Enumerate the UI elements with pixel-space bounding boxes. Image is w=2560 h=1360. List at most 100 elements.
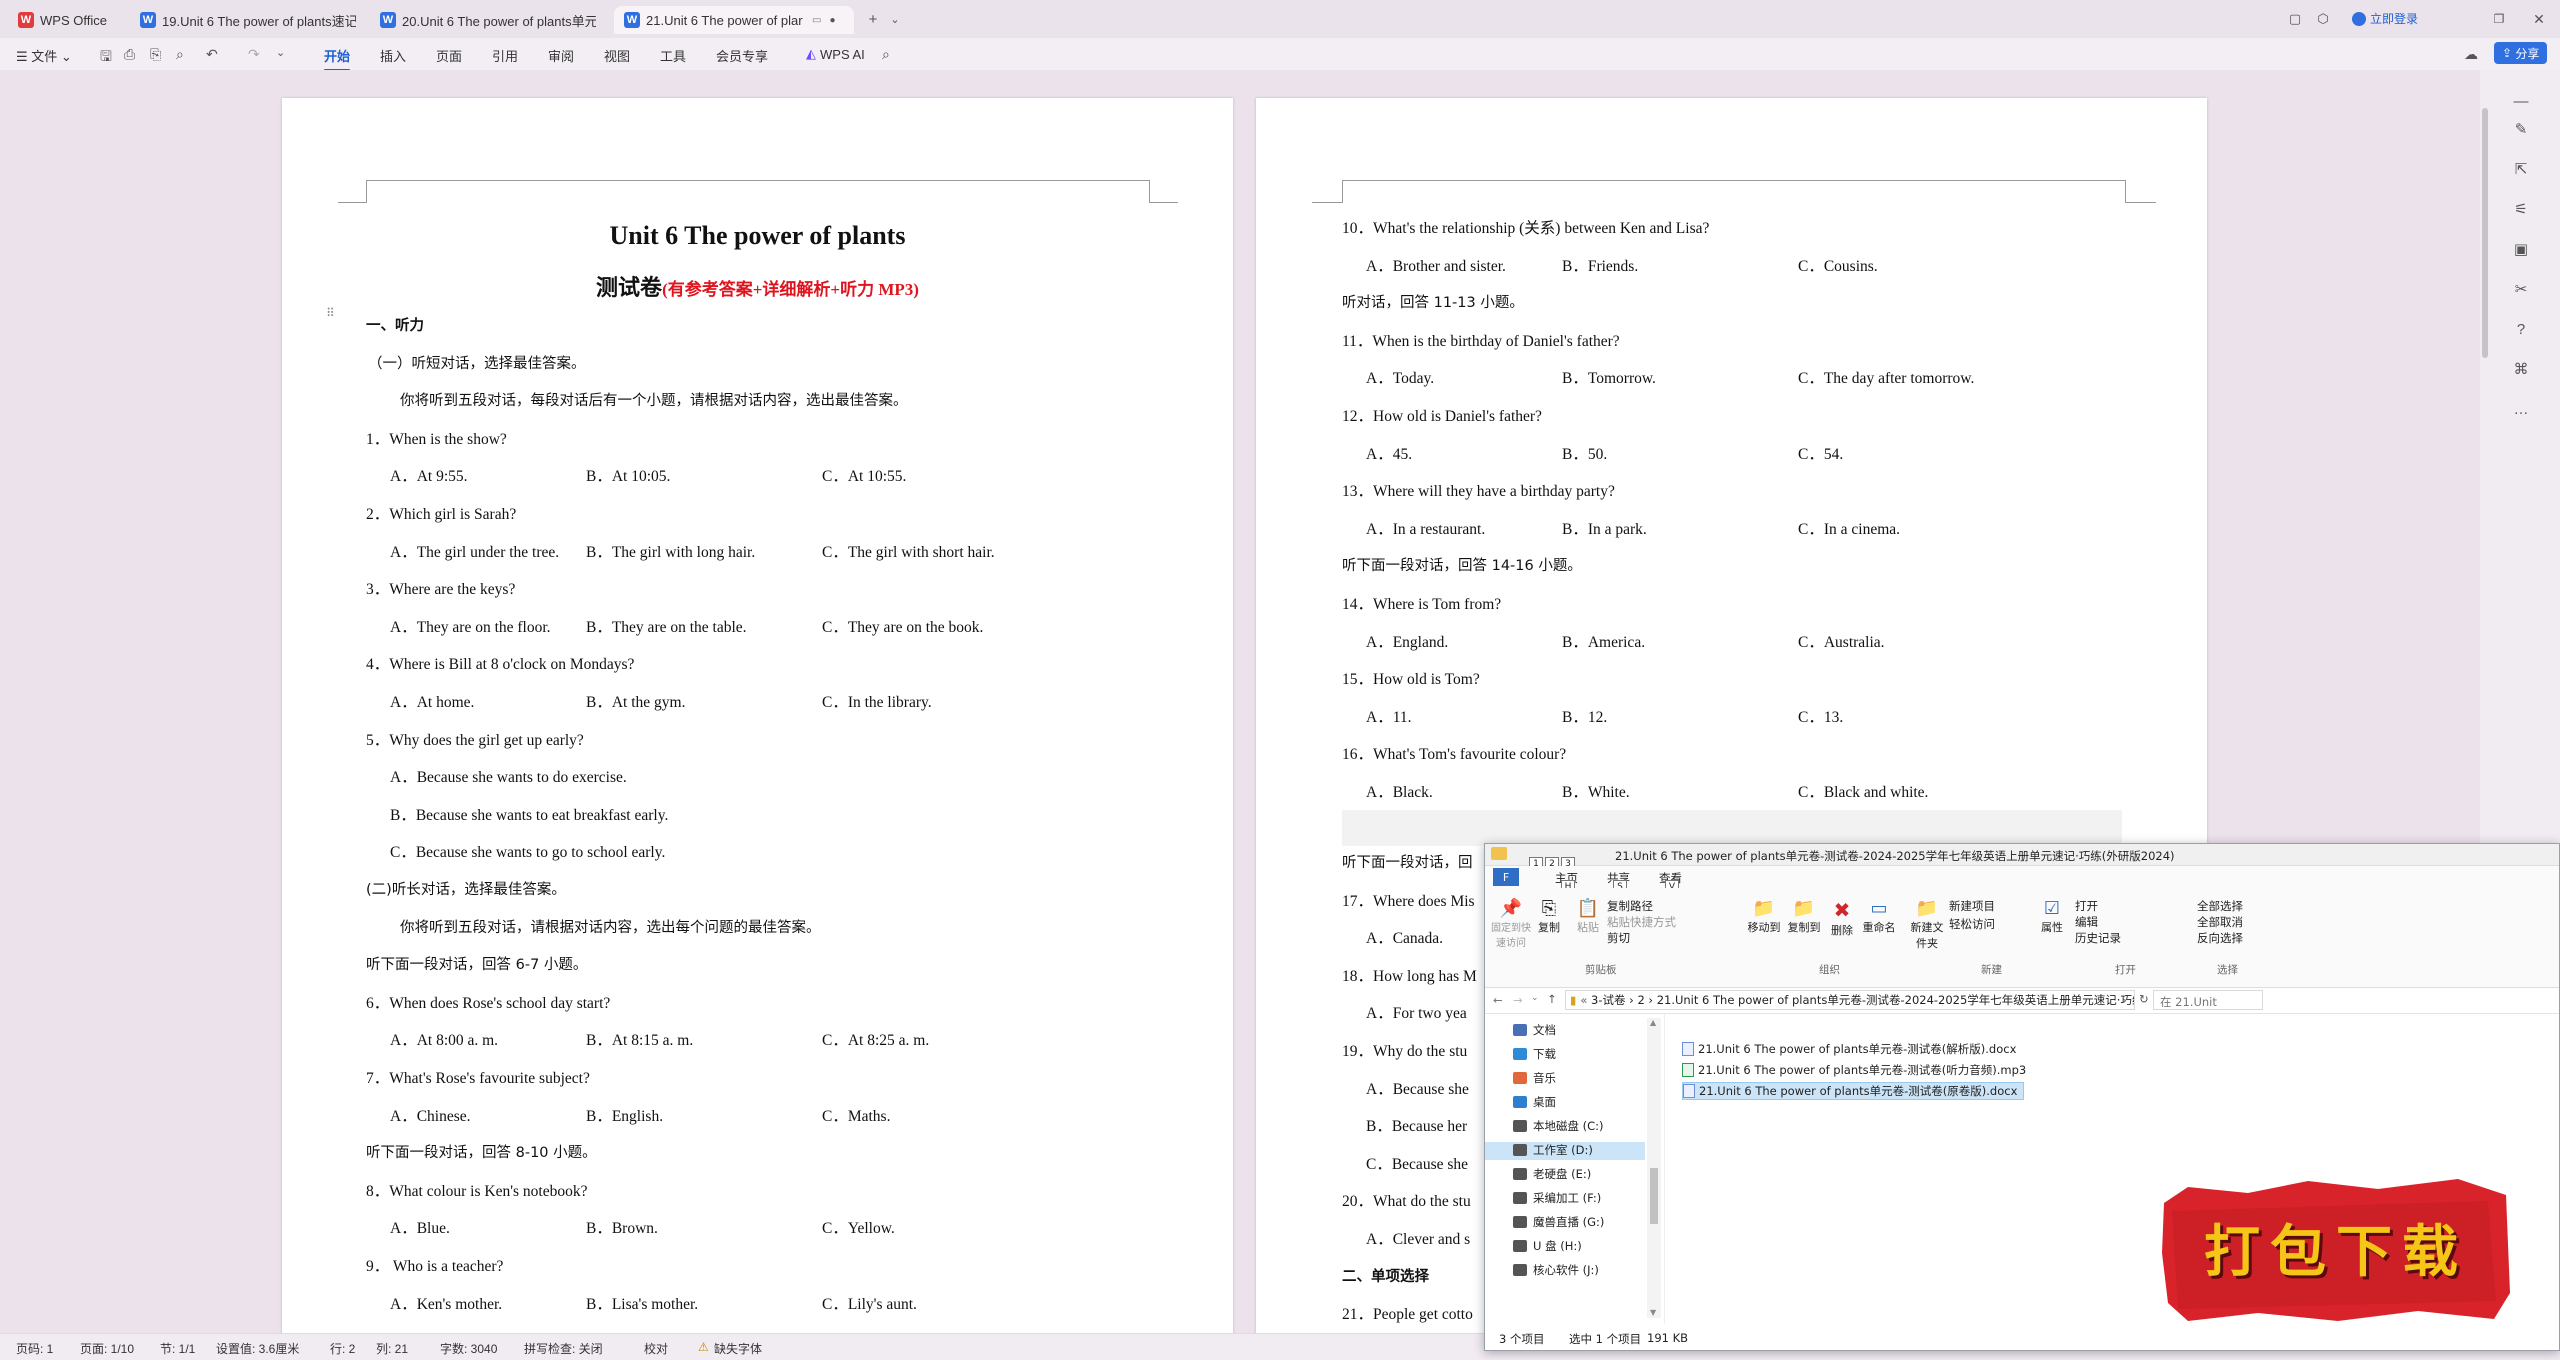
login-button[interactable]: 立即登录 — [2352, 10, 2418, 27]
status-section[interactable]: 节: 1/1 — [160, 1340, 195, 1357]
new-item-button[interactable]: 新建项目 — [1949, 898, 1995, 914]
file-item[interactable]: 21.Unit 6 The power of plants单元卷-测试卷(原卷版… — [1682, 1082, 2025, 1100]
missing-font-button[interactable]: 缺失字体 — [714, 1340, 762, 1357]
address-bar[interactable]: ▮ « 3-试卷 › 2 › 21.Unit 6 The power of pl… — [1565, 990, 2135, 1010]
print-preview-icon[interactable]: ⌕ — [176, 46, 184, 63]
copy-to-button[interactable]: 📁 复制到 — [1785, 898, 1823, 935]
document-page-1[interactable]: ⠿ Unit 6 The power of plants 测试卷(有参考答案+详… — [282, 98, 1233, 1333]
menu-tools[interactable]: 工具 — [660, 46, 686, 65]
breadcrumb-part[interactable]: 3-试卷 — [1591, 992, 1625, 1008]
tab-wps-office[interactable]: W WPS Office — [8, 6, 126, 34]
paste-button[interactable]: 📋 粘贴 — [1573, 898, 1603, 935]
paste-shortcut-button[interactable]: 粘贴快捷方式 — [1607, 914, 1676, 930]
save-icon[interactable]: 🖫 — [100, 46, 112, 70]
link-icon[interactable]: ⌘ — [2510, 358, 2532, 380]
menu-member[interactable]: 会员专享 — [716, 46, 768, 65]
breadcrumb-part[interactable]: 21.Unit 6 The power of plants单元卷-测试卷-202… — [1657, 992, 2134, 1008]
move-to-button[interactable]: 📁 移动到 — [1745, 898, 1783, 935]
more-chevron-icon[interactable]: ⌄ — [276, 46, 285, 59]
tools-wrench-icon[interactable]: ✂ — [2510, 278, 2532, 300]
open-button[interactable]: 打开 — [2075, 898, 2098, 914]
window-layout-icon[interactable]: ▢ — [2284, 8, 2306, 30]
undo-icon[interactable]: ↶ — [206, 46, 218, 63]
status-column[interactable]: 列: 21 — [376, 1340, 408, 1357]
tab-list-chevron-icon[interactable]: ⌄ — [884, 8, 906, 30]
status-word-count[interactable]: 字数: 3040 — [440, 1340, 497, 1357]
tab-doc-19[interactable]: W 19.Unit 6 The power of plants速记 — [130, 6, 366, 34]
cloud-icon[interactable]: ☁ — [2464, 46, 2478, 63]
menu-review[interactable]: 审阅 — [548, 46, 574, 65]
status-pages[interactable]: 页面: 1/10 — [80, 1340, 134, 1357]
nav-item[interactable]: 本地磁盘 (C:) — [1513, 1118, 1604, 1134]
menu-insert[interactable]: 插入 — [380, 46, 406, 65]
up-arrow-icon[interactable]: ↑ — [1547, 992, 1557, 1006]
address-dropdown-icon[interactable]: ⌄ — [2121, 993, 2129, 1004]
select-all-button[interactable]: 全部选择 — [2197, 898, 2243, 914]
tab-doc-21[interactable]: W 21.Unit 6 The power of plar ▭ ● — [614, 6, 854, 34]
download-banner[interactable]: 打包下载 — [2158, 1173, 2514, 1325]
search-icon[interactable]: ⌕ — [882, 46, 890, 63]
nav-scroll-thumb[interactable] — [1650, 1168, 1658, 1224]
history-button[interactable]: 历史记录 — [2075, 930, 2121, 946]
nav-item[interactable]: 音乐 — [1513, 1070, 1556, 1086]
recent-chevron-icon[interactable]: ⌄ — [1531, 993, 1539, 1003]
rename-button[interactable]: ▭ 重命名 — [1861, 898, 1897, 935]
share-button[interactable]: ⇪ 分享 — [2494, 42, 2548, 64]
nav-item[interactable]: 核心软件 (J:) — [1513, 1262, 1599, 1278]
more-dots-icon[interactable]: … — [2510, 398, 2532, 420]
nav-item[interactable]: 工作室 (D:) — [1513, 1142, 1593, 1158]
nav-item[interactable]: 魔兽直播 (G:) — [1513, 1214, 1604, 1230]
restore-window-icon[interactable]: ❐ — [2488, 8, 2510, 30]
menu-page[interactable]: 页面 — [436, 46, 462, 65]
print-icon[interactable]: ⎘ — [150, 46, 161, 63]
vertical-scrollbar[interactable] — [2482, 108, 2488, 358]
export-pdf-icon[interactable]: ⎙ — [124, 46, 135, 63]
cut-button[interactable]: 剪切 — [1607, 930, 1630, 946]
nav-item[interactable]: U 盘 (H:) — [1513, 1238, 1582, 1254]
explorer-search-input[interactable]: 在 21.Unit — [2153, 990, 2263, 1010]
collapse-minus-icon[interactable]: — — [2510, 90, 2532, 112]
drag-handle-icon[interactable]: ⠿ — [326, 306, 335, 321]
redo-icon[interactable]: ↷ — [248, 46, 260, 63]
copy-button[interactable]: ⎘ 复制 — [1535, 898, 1563, 935]
refresh-icon[interactable]: ↻ — [2139, 992, 2149, 1006]
nav-item[interactable]: 文档 — [1513, 1022, 1556, 1038]
scroll-up-icon[interactable]: ▲ — [1650, 1018, 1656, 1027]
close-window-icon[interactable]: ✕ — [2528, 8, 2550, 30]
easy-access-button[interactable]: 轻松访问 — [1949, 916, 1995, 932]
tab-doc-20[interactable]: W 20.Unit 6 The power of plants单元 — [370, 6, 606, 34]
select-cursor-icon[interactable]: ⇱ — [2510, 158, 2532, 180]
invert-selection-button[interactable]: 反向选择 — [2197, 930, 2243, 946]
breadcrumb-part[interactable]: 2 — [1637, 993, 1644, 1007]
spell-check-toggle[interactable]: 拼写检查: 关闭 — [524, 1340, 603, 1357]
scroll-down-icon[interactable]: ▼ — [1650, 1308, 1656, 1317]
forward-arrow-icon[interactable]: → — [1513, 993, 1523, 1007]
delete-button[interactable]: ✖ 删除 — [1827, 898, 1857, 938]
nav-item[interactable]: 采编加工 (F:) — [1513, 1190, 1601, 1206]
cube-icon[interactable]: ⬡ — [2312, 8, 2334, 30]
image-tool-icon[interactable]: ▣ — [2510, 238, 2532, 260]
select-none-button[interactable]: 全部取消 — [2197, 914, 2243, 930]
wps-ai-button[interactable]: ◭ WPS AI — [806, 46, 865, 62]
nav-item[interactable]: 桌面 — [1513, 1094, 1556, 1110]
file-item[interactable]: 21.Unit 6 The power of plants单元卷-测试卷(听力音… — [1682, 1061, 2032, 1079]
new-tab-plus-icon[interactable]: + — [862, 8, 884, 30]
proofread-button[interactable]: 校对 — [644, 1340, 668, 1357]
menu-home[interactable]: 开始 — [324, 46, 351, 71]
properties-button[interactable]: ☑ 属性 — [2037, 898, 2067, 935]
tab-dot-icon[interactable]: ● — [829, 15, 835, 26]
status-page[interactable]: 页码: 1 — [16, 1340, 53, 1357]
file-item[interactable]: 21.Unit 6 The power of plants单元卷-测试卷(解析版… — [1682, 1040, 2022, 1058]
new-folder-button[interactable]: 📁 新建文件夹 — [1909, 898, 1945, 951]
status-setting[interactable]: 设置值: 3.6厘米 — [216, 1340, 299, 1357]
file-menu[interactable]: ☰ 文件 ⌄ — [16, 46, 72, 65]
adjust-sliders-icon[interactable]: ⚟ — [2510, 198, 2532, 220]
back-arrow-icon[interactable]: ← — [1493, 993, 1503, 1007]
edit-button[interactable]: 编辑 — [2075, 914, 2098, 930]
edit-pen-icon[interactable]: ✎ — [2510, 118, 2532, 140]
copy-path-button[interactable]: 复制路径 — [1607, 898, 1653, 914]
pin-quick-access-button[interactable]: 📌 固定到快速访问 — [1491, 898, 1531, 949]
help-icon[interactable]: ? — [2510, 318, 2532, 340]
ribbon-tab-file[interactable]: F — [1493, 868, 1519, 886]
menu-view[interactable]: 视图 — [604, 46, 630, 65]
